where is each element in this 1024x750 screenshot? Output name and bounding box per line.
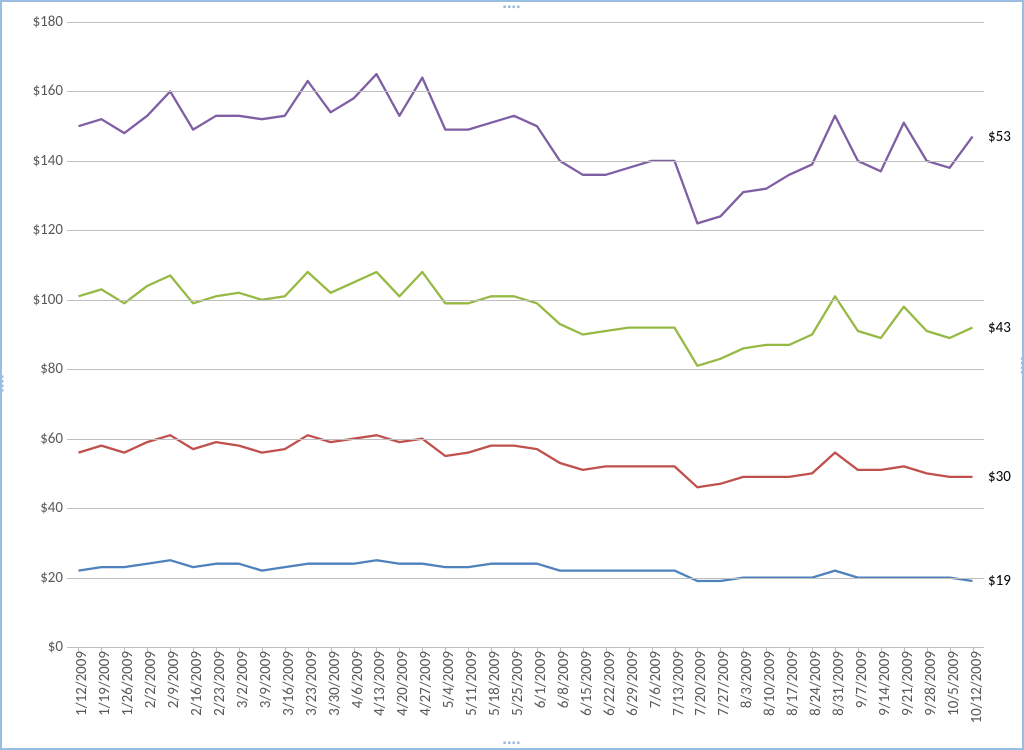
gridline [67, 578, 984, 579]
x-axis-tick-label: 2/2/2009 [142, 647, 160, 708]
x-axis-tick-label: 3/2/2009 [234, 647, 252, 708]
y-axis-tick-label: $80 [19, 360, 63, 378]
x-axis-tick-label: 4/20/2009 [394, 647, 412, 716]
x-axis-tick-label: 6/22/2009 [601, 647, 619, 716]
x-axis-tick-label: 8/3/2009 [738, 647, 756, 708]
series-line [79, 435, 973, 487]
x-axis-tick-label: 2/9/2009 [165, 647, 183, 708]
gridline [67, 91, 984, 92]
drag-handle-bottom-icon: ▪▪▪▪ [503, 738, 521, 748]
gridline [67, 439, 984, 440]
x-axis-tick-label: 3/23/2009 [303, 647, 321, 716]
drag-handle-top-icon: ▪▪▪▪ [503, 2, 521, 12]
x-axis-tick-label: 6/8/2009 [555, 647, 573, 708]
x-axis-tick-label: 8/17/2009 [784, 647, 802, 716]
x-axis-tick-label: 8/10/2009 [761, 647, 779, 716]
y-axis-tick-label: $160 [19, 82, 63, 100]
gridline [67, 230, 984, 231]
x-axis-tick-label: 9/28/2009 [922, 647, 940, 716]
x-axis-tick-label: 3/30/2009 [326, 647, 344, 716]
x-axis-tick-label: 2/23/2009 [211, 647, 229, 716]
x-axis-tick-label: 4/6/2009 [349, 647, 367, 708]
x-axis-tick-label: 1/12/2009 [73, 647, 91, 716]
x-axis-tick-label: 5/25/2009 [509, 647, 527, 716]
x-axis-tick-label: 4/13/2009 [371, 647, 389, 716]
gridline [67, 22, 984, 23]
series-end-label: $53 [988, 128, 1011, 146]
y-axis-tick-label: $100 [19, 291, 63, 309]
chart-lines [67, 22, 984, 647]
chart-area: $0$20$40$60$80$100$120$140$160$1801/12/2… [22, 22, 984, 648]
chart-window[interactable]: ▪▪▪▪ ▪▪▪▪ ▪▪▪▪ ▪▪▪▪ $0$20$40$60$80$100$1… [0, 0, 1024, 750]
y-axis-tick-label: $0 [19, 638, 63, 656]
y-axis-tick-label: $140 [19, 152, 63, 170]
x-axis-tick-label: 6/1/2009 [532, 647, 550, 708]
y-axis-tick-label: $60 [19, 430, 63, 448]
series-line [79, 74, 973, 223]
x-axis-tick-label: 1/19/2009 [96, 647, 114, 716]
x-axis-tick-label: 4/27/2009 [417, 647, 435, 716]
gridline [67, 508, 984, 509]
gridline [67, 161, 984, 162]
x-axis-tick-label: 8/31/2009 [830, 647, 848, 716]
x-axis-tick-label: 2/16/2009 [188, 647, 206, 716]
x-axis-tick-label: 7/13/2009 [670, 647, 688, 716]
x-axis-tick-label: 10/12/2009 [968, 647, 986, 723]
x-axis-tick-label: 5/18/2009 [486, 647, 504, 716]
drag-handle-right-icon: ▪▪▪▪ [1017, 357, 1024, 375]
x-axis-tick-label: 9/7/2009 [853, 647, 871, 708]
x-axis-tick-label: 3/16/2009 [280, 647, 298, 716]
drag-handle-left-icon: ▪▪▪▪ [0, 375, 7, 393]
x-axis-tick-label: 7/20/2009 [692, 647, 710, 716]
series-line [79, 272, 973, 366]
x-axis-tick-label: 5/4/2009 [440, 647, 458, 708]
series-end-label: $43 [988, 319, 1011, 337]
x-axis-tick-label: 8/24/2009 [807, 647, 825, 716]
x-axis-tick-label: 9/14/2009 [876, 647, 894, 716]
x-axis-tick-label: 6/15/2009 [578, 647, 596, 716]
y-axis-tick-label: $120 [19, 221, 63, 239]
y-axis-tick-label: $180 [19, 13, 63, 31]
series-end-label: $30 [988, 468, 1011, 486]
y-axis-tick-label: $20 [19, 569, 63, 587]
plot-area: $0$20$40$60$80$100$120$140$160$1801/12/2… [67, 22, 984, 648]
x-axis-tick-label: 7/6/2009 [647, 647, 665, 708]
x-axis-tick-label: 7/27/2009 [715, 647, 733, 716]
x-axis-tick-label: 6/29/2009 [624, 647, 642, 716]
x-axis-tick-label: 1/26/2009 [119, 647, 137, 716]
x-axis-tick-label: 3/9/2009 [257, 647, 275, 708]
x-axis-tick-label: 5/11/2009 [463, 647, 481, 716]
x-axis-tick-label: 10/5/2009 [945, 647, 963, 716]
gridline [67, 300, 984, 301]
series-end-label: $19 [988, 572, 1011, 590]
x-axis-tick-label: 9/21/2009 [899, 647, 917, 716]
gridline [67, 369, 984, 370]
y-axis-tick-label: $40 [19, 499, 63, 517]
